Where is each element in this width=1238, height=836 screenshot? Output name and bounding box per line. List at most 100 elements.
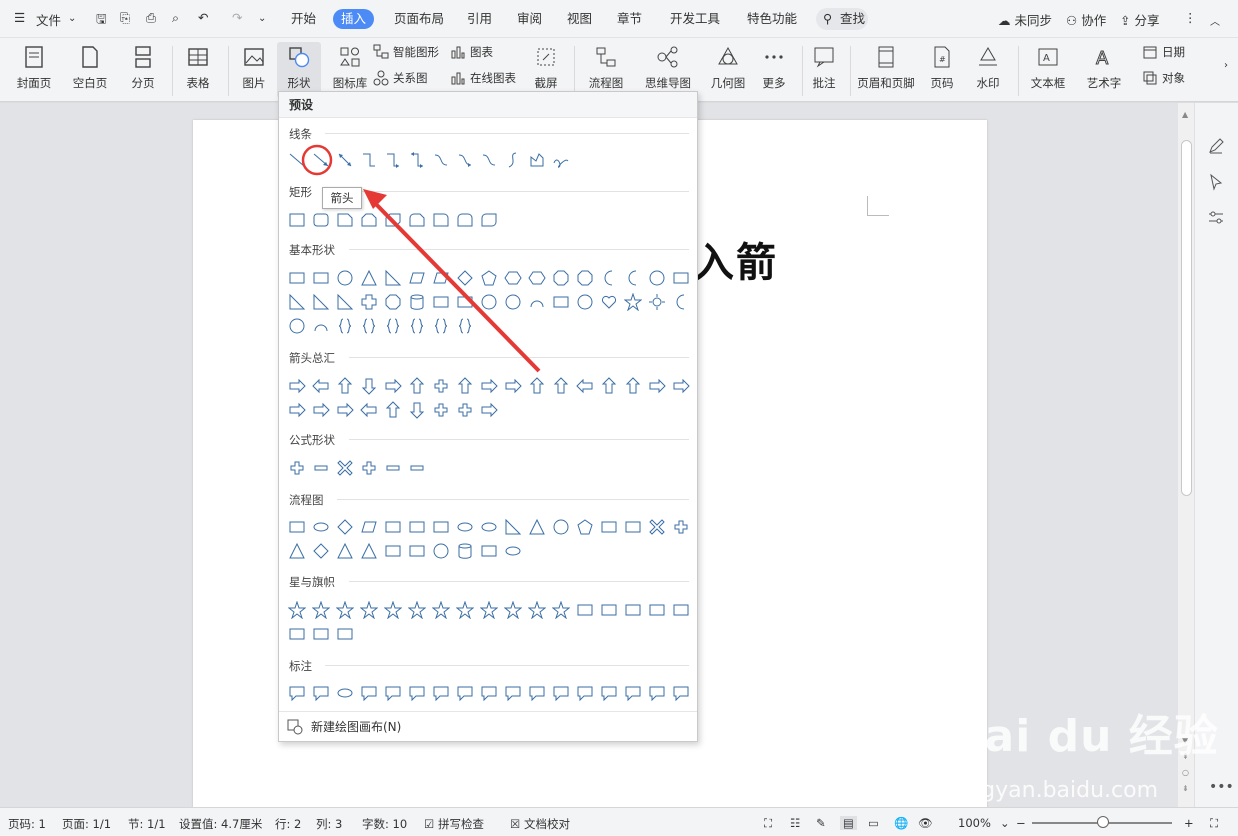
callout-shape-13[interactable] [573, 681, 597, 705]
arrow-shape-16[interactable] [645, 374, 669, 398]
basic-shape-37[interactable] [333, 314, 357, 338]
callout-shape-8[interactable] [453, 681, 477, 705]
date-button[interactable]: 日期 [1142, 42, 1185, 62]
star-shape-2[interactable] [309, 598, 333, 622]
watermark-button[interactable]: 水印 [962, 42, 1014, 98]
callout-shape-7[interactable] [429, 681, 453, 705]
tab-view[interactable]: 视图 [565, 9, 594, 29]
reading-view-icon[interactable]: ▭ [868, 816, 879, 830]
basic-shape-36[interactable] [309, 314, 333, 338]
textbox-button[interactable]: A 文本框 [1022, 42, 1074, 98]
callout-shape-6[interactable] [405, 681, 429, 705]
geometry-button[interactable]: 几何图 [702, 42, 754, 98]
shape-double-arrow[interactable] [333, 148, 357, 172]
shape-snip-diagonal[interactable] [381, 208, 405, 232]
flow-shape-11[interactable] [525, 515, 549, 539]
basic-shape-3[interactable] [333, 266, 357, 290]
shape-elbow-arrow[interactable] [381, 148, 405, 172]
smart-art-button[interactable]: 智能图形 [373, 42, 439, 62]
basic-shape-31[interactable] [597, 290, 621, 314]
basic-shape-1[interactable] [285, 266, 309, 290]
more-icon[interactable]: ⋮ [1184, 10, 1197, 25]
basic-shape-19[interactable] [309, 290, 333, 314]
callout-shape-5[interactable] [381, 681, 405, 705]
basic-shape-6[interactable] [405, 266, 429, 290]
tab-review[interactable]: 审阅 [515, 9, 544, 29]
wordart-button[interactable]: A 艺术字 [1078, 42, 1130, 98]
star-shape-8[interactable] [453, 598, 477, 622]
star-shape-5[interactable] [381, 598, 405, 622]
shape-rounded-rectangle[interactable] [309, 208, 333, 232]
basic-shape-24[interactable] [429, 290, 453, 314]
flow-shape-18[interactable] [285, 539, 309, 563]
flow-shape-4[interactable] [357, 515, 381, 539]
shape-line[interactable] [285, 148, 309, 172]
flow-shape-10[interactable] [501, 515, 525, 539]
basic-shape-2[interactable] [309, 266, 333, 290]
sync-status[interactable]: ☁ 未同步 [998, 10, 1052, 29]
collab-button[interactable]: ⚇ 协作 [1066, 10, 1106, 29]
flow-shape-15[interactable] [621, 515, 645, 539]
fullscreen-icon[interactable]: ⛶ [764, 816, 772, 831]
page-break-button[interactable]: 分页 [117, 42, 169, 98]
arrow-shape-19[interactable] [309, 398, 333, 422]
status-words[interactable]: 字数: 10 [362, 816, 407, 832]
formula-shape-5[interactable] [381, 456, 405, 480]
star-shape-15[interactable] [621, 598, 645, 622]
star-shape-19[interactable] [309, 622, 333, 646]
shape-curved-connector[interactable] [429, 148, 453, 172]
edit-view-icon[interactable]: ✎ [816, 816, 826, 830]
next-page-icon[interactable]: ⇟ [1182, 784, 1189, 793]
basic-shape-5[interactable] [381, 266, 405, 290]
basic-shape-7[interactable] [429, 266, 453, 290]
basic-shape-12[interactable] [549, 266, 573, 290]
arrow-shape-11[interactable] [525, 374, 549, 398]
arrow-shape-17[interactable] [669, 374, 693, 398]
print-icon[interactable]: ⎙ [146, 10, 156, 26]
star-shape-12[interactable] [549, 598, 573, 622]
basic-shape-32[interactable] [621, 290, 645, 314]
picture-button[interactable]: 图片 [228, 42, 280, 98]
flow-shape-13[interactable] [573, 515, 597, 539]
zoom-dropdown-icon[interactable]: ⌄ [1000, 816, 1010, 830]
more-options-icon[interactable]: ••• [1209, 779, 1234, 795]
tab-insert[interactable]: 插入 [333, 9, 375, 29]
object-button[interactable]: 对象 [1142, 68, 1185, 88]
flow-shape-9[interactable] [477, 515, 501, 539]
chevron-down-icon[interactable]: ⌄ [68, 13, 76, 24]
web-view-icon[interactable]: 🌐 [894, 816, 908, 830]
flow-shape-23[interactable] [405, 539, 429, 563]
formula-shape-3[interactable] [333, 456, 357, 480]
callout-shape-10[interactable] [501, 681, 525, 705]
status-page[interactable]: 页码: 1 [8, 816, 46, 832]
star-shape-4[interactable] [357, 598, 381, 622]
flowchart-button[interactable]: 流程图 [580, 42, 632, 98]
shape-round-corner[interactable] [429, 208, 453, 232]
proofread-button[interactable]: ☒ 文档校对 [510, 816, 570, 832]
status-section[interactable]: 节: 1/1 [128, 816, 166, 832]
status-pages[interactable]: 页面: 1/1 [62, 816, 111, 832]
tab-devtools[interactable]: 开发工具 [668, 9, 722, 29]
fit-page-icon[interactable]: ⛶ [1210, 816, 1218, 831]
arrow-shape-22[interactable] [381, 398, 405, 422]
callout-shape-9[interactable] [477, 681, 501, 705]
page-number-button[interactable]: # 页码 [916, 42, 968, 98]
comment-button[interactable]: 批注 [798, 42, 850, 98]
basic-shape-4[interactable] [357, 266, 381, 290]
undo-icon[interactable]: ↶ [198, 10, 208, 25]
arrow-shape-23[interactable] [405, 398, 429, 422]
star-shape-14[interactable] [597, 598, 621, 622]
zoom-out-icon[interactable]: − [1016, 816, 1026, 830]
basic-shape-21[interactable] [357, 290, 381, 314]
arrow-shape-5[interactable] [381, 374, 405, 398]
formula-shape-4[interactable] [357, 456, 381, 480]
format-painter-icon[interactable]: ⎘ [120, 10, 130, 26]
preview-icon[interactable]: ⌕ [172, 10, 179, 26]
flow-shape-7[interactable] [429, 515, 453, 539]
callout-shape-3[interactable] [333, 681, 357, 705]
star-shape-11[interactable] [525, 598, 549, 622]
quick-access-chevron-icon[interactable]: ⌄ [258, 13, 266, 24]
star-shape-20[interactable] [333, 622, 357, 646]
basic-shape-22[interactable] [381, 290, 405, 314]
basic-shape-41[interactable] [429, 314, 453, 338]
